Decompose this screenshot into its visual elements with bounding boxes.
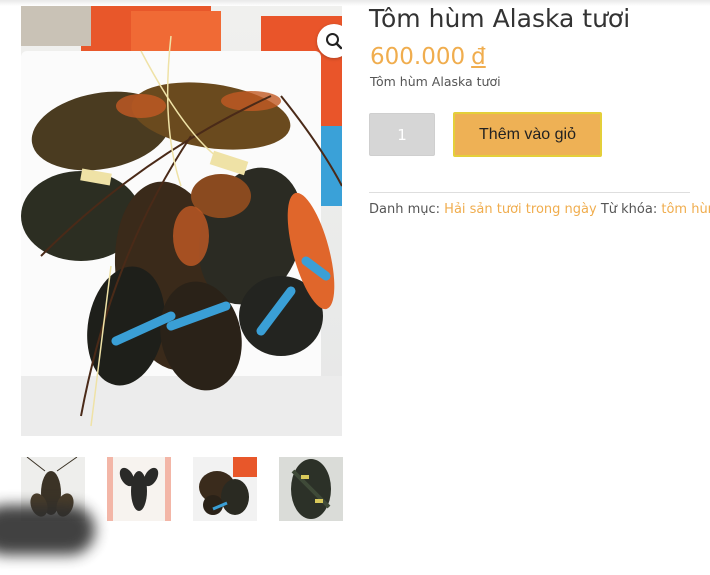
add-to-cart-button[interactable]: Thêm vào giỏ bbox=[453, 112, 602, 157]
gallery-thumbnail-3[interactable] bbox=[193, 457, 257, 521]
tag-link[interactable]: tôm hùm bbox=[661, 202, 710, 217]
search-icon bbox=[326, 33, 342, 50]
category-link[interactable]: Hải sản tươi trong ngày bbox=[444, 202, 597, 217]
blurred-overlay bbox=[0, 505, 95, 555]
category-label: Danh mục: bbox=[369, 202, 441, 217]
divider bbox=[369, 192, 690, 193]
product-main-image[interactable] bbox=[21, 6, 342, 436]
quantity-input[interactable] bbox=[369, 113, 435, 156]
product-title: Tôm hùm Alaska tươi bbox=[369, 4, 631, 33]
gallery-thumbnail-2[interactable] bbox=[107, 457, 171, 521]
product-meta: Danh mục: Hải sản tươi trong ngày Từ khó… bbox=[369, 202, 710, 217]
lobster-photo bbox=[21, 6, 342, 436]
tag-label: Từ khóa: bbox=[600, 202, 658, 217]
product-short-description: Tôm hùm Alaska tươi bbox=[370, 74, 501, 89]
product-price: 600.000 đ bbox=[370, 44, 486, 70]
gallery-thumbnail-4[interactable] bbox=[279, 457, 343, 521]
price-amount: 600.000 bbox=[370, 44, 466, 70]
price-currency: đ bbox=[471, 44, 486, 70]
